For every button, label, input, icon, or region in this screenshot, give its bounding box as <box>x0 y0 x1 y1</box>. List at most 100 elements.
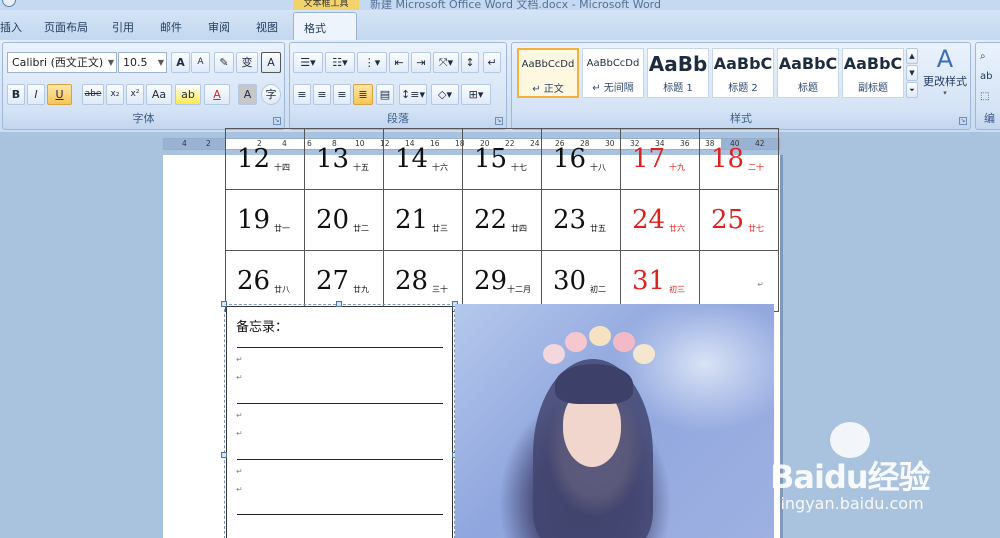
calendar-cell[interactable]: 18 二十 <box>699 128 779 190</box>
dialog-launcher-icon[interactable]: ↘ <box>273 117 281 125</box>
portrait-photo[interactable] <box>455 304 774 538</box>
style-title[interactable]: AaBbC 标题 <box>777 48 839 98</box>
calendar-cell[interactable]: 22 廿四 <box>462 189 542 251</box>
calendar-cell[interactable]: 14 十六 <box>383 128 463 190</box>
superscript-button[interactable]: x² <box>126 84 144 105</box>
font-size-combo[interactable]: 10.5 ▼ <box>118 52 167 73</box>
distributed-icon[interactable]: ▤ <box>376 84 394 105</box>
bullets-icon[interactable]: ☰▾ <box>293 52 323 73</box>
subscript-button[interactable]: x₂ <box>106 84 124 105</box>
resize-handle[interactable] <box>221 452 227 458</box>
calendar-cell[interactable]: 27 廿九 <box>304 250 384 312</box>
tab-review[interactable]: 审阅 <box>208 19 230 35</box>
justify-icon[interactable]: ≣ <box>353 84 373 105</box>
align-left-icon[interactable]: ≡ <box>293 84 311 105</box>
replace-icon[interactable]: ab <box>980 67 992 87</box>
document-page[interactable]: 12 十四 13 十五 14 十六 15 十七 16 十八 17 十九 18 二十 19 廿一 … <box>163 128 780 538</box>
style-no-spacing[interactable]: AaBbCcDd ↵ 无间隔 <box>582 48 644 98</box>
numbering-icon[interactable]: ☷▾ <box>325 52 355 73</box>
calendar-cell[interactable]: 30 初二 <box>541 250 621 312</box>
lunar-date: 初二 <box>590 285 606 294</box>
italic-button[interactable]: I <box>27 84 45 105</box>
day-number: 22 <box>474 205 508 235</box>
chevron-down-icon[interactable]: ▼ <box>108 53 114 72</box>
change-styles-button[interactable]: A 更改样式 ▾ <box>921 45 969 107</box>
dialog-launcher-icon[interactable]: ↘ <box>959 117 967 125</box>
font-name-combo[interactable]: Calibri (西文正文) ▼ <box>7 52 117 73</box>
char-border-button[interactable]: A <box>261 52 281 73</box>
paragraph-mark: ↵ <box>236 429 243 438</box>
grow-font-button[interactable]: A <box>171 52 190 73</box>
align-center-icon[interactable]: ≡ <box>313 84 331 105</box>
font-color-button[interactable]: A <box>204 84 230 105</box>
tab-view[interactable]: 视图 <box>256 19 278 35</box>
tab-mailings[interactable]: 邮件 <box>160 19 182 35</box>
decrease-indent-icon[interactable]: ⇤ <box>389 52 409 73</box>
change-case-button[interactable]: Aa <box>146 84 172 105</box>
memo-body[interactable]: 备忘录： ↵ ↵ ↵ ↵ ↵ ↵ <box>226 306 453 538</box>
office-button[interactable] <box>2 0 16 7</box>
strikethrough-button[interactable]: abe <box>82 84 104 105</box>
ruler-margin-left <box>164 139 226 149</box>
borders-icon[interactable]: ⊞▾ <box>461 84 491 105</box>
calendar-cell[interactable]: 26 廿八 <box>225 250 305 312</box>
style-normal[interactable]: AaBbCcDd ↵ 正文 <box>517 48 579 98</box>
calendar-cell[interactable]: 16 十八 <box>541 128 621 190</box>
chevron-down-icon[interactable]: ▼ <box>158 53 164 72</box>
dialog-launcher-icon[interactable]: ↘ <box>495 117 503 125</box>
resize-handle[interactable] <box>221 301 227 307</box>
calendar-cell[interactable]: ↵ <box>699 250 779 312</box>
text-direction-icon[interactable]: ⤧▾ <box>433 52 459 73</box>
calendar-cell[interactable]: 15 十七 <box>462 128 542 190</box>
editing-tools[interactable]: ⌕ ab ⬚ <box>980 47 992 107</box>
clear-format-icon[interactable]: ✎ <box>214 52 234 73</box>
style-heading-1[interactable]: AaBb 标题 1 <box>647 48 709 98</box>
styles-more-icon[interactable]: ⏷ <box>906 82 918 98</box>
calendar-cell[interactable]: 21 廿三 <box>383 189 463 251</box>
tab-insert[interactable]: 插入 <box>0 19 22 35</box>
calendar-cell[interactable]: 31 初三 <box>620 250 700 312</box>
shading-icon[interactable]: ◇▾ <box>431 84 459 105</box>
lunar-date: 十五 <box>353 163 369 172</box>
calendar-cell[interactable]: 19 廿一 <box>225 189 305 251</box>
show-marks-icon[interactable]: ↵ <box>483 52 501 73</box>
styles-scroll-up-icon[interactable]: ▲ <box>906 48 918 64</box>
select-icon[interactable]: ⬚ <box>980 87 992 107</box>
memo-textbox[interactable]: 备忘录： ↵ ↵ ↵ ↵ ↵ ↵ <box>221 301 458 538</box>
day-number: 23 <box>553 205 587 235</box>
underline-button[interactable]: U <box>47 84 72 105</box>
calendar-table[interactable]: 12 十四 13 十五 14 十六 15 十七 16 十八 17 十九 18 二十 19 廿一 … <box>225 128 779 312</box>
calendar-cell[interactable]: 12 十四 <box>225 128 305 190</box>
calendar-cell[interactable]: 23 廿五 <box>541 189 621 251</box>
calendar-cell[interactable]: 17 十九 <box>620 128 700 190</box>
bold-button[interactable]: B <box>7 84 25 105</box>
align-right-icon[interactable]: ≡ <box>333 84 351 105</box>
highlight-button[interactable]: ab <box>175 84 201 105</box>
styles-scroll-down-icon[interactable]: ▼ <box>906 65 918 81</box>
style-heading-2[interactable]: AaBbC 标题 2 <box>712 48 774 98</box>
lunar-date: 三十 <box>432 285 448 294</box>
char-shading-button[interactable]: A <box>238 84 257 105</box>
tab-page-layout[interactable]: 页面布局 <box>44 19 88 35</box>
enclose-char-button[interactable]: 字 <box>261 84 281 105</box>
multilevel-list-icon[interactable]: ⋮▾ <box>357 52 387 73</box>
increase-indent-icon[interactable]: ⇥ <box>411 52 431 73</box>
calendar-cell[interactable]: 13 十五 <box>304 128 384 190</box>
phonetic-guide-button[interactable]: 变 <box>236 52 258 73</box>
resize-handle[interactable] <box>336 301 342 307</box>
calendar-cell[interactable]: 24 廿六 <box>620 189 700 251</box>
lunar-date: 十八 <box>590 163 606 172</box>
line-spacing-icon[interactable]: ↕≡▾ <box>399 84 427 105</box>
shrink-font-button[interactable]: A <box>191 52 210 73</box>
sort-icon[interactable]: ↕ <box>461 52 479 73</box>
style-subtitle[interactable]: AaBbC 副标题 <box>842 48 904 98</box>
tab-format[interactable]: 格式 <box>293 12 357 40</box>
find-icon[interactable]: ⌕ <box>980 47 992 67</box>
style-label: 标题 2 <box>728 83 758 94</box>
calendar-cell[interactable]: 25 廿七 <box>699 189 779 251</box>
calendar-cell[interactable]: 28 三十 <box>383 250 463 312</box>
calendar-cell[interactable]: 29 十二月 <box>462 250 542 312</box>
calendar-cell[interactable]: 20 廿二 <box>304 189 384 251</box>
style-label: ↵ 无间隔 <box>592 83 634 94</box>
tab-references[interactable]: 引用 <box>112 19 134 35</box>
